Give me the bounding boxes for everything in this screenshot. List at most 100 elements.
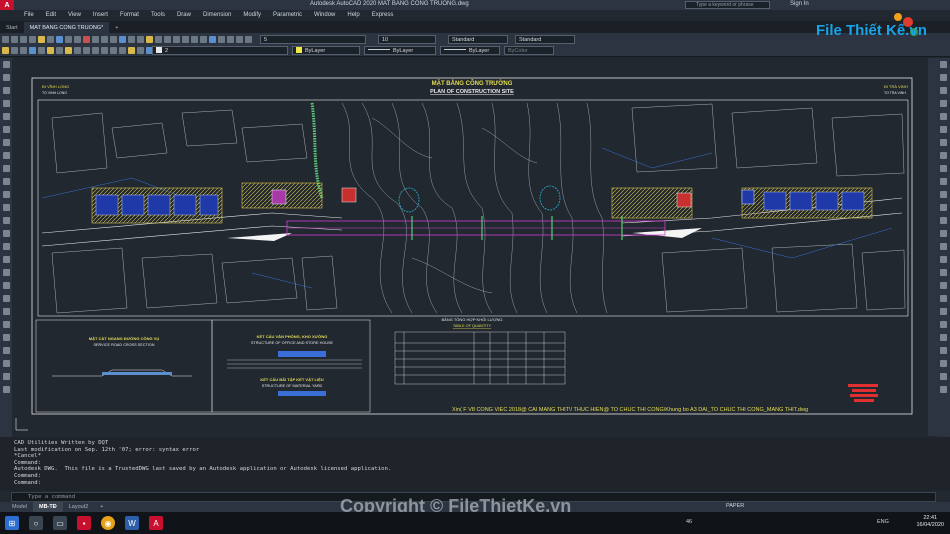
modify-tool-icon[interactable] bbox=[940, 61, 947, 68]
toolbar-tool-icon[interactable] bbox=[164, 35, 171, 43]
menu-item-window[interactable]: Window bbox=[314, 12, 335, 18]
layer-tool-icon[interactable] bbox=[2, 46, 9, 54]
toolbar-tool-icon[interactable] bbox=[155, 35, 162, 43]
modify-tool-icon[interactable] bbox=[940, 347, 947, 354]
paper-space-toggle[interactable]: PAPER bbox=[726, 503, 744, 509]
layer-tool-icon[interactable] bbox=[74, 46, 81, 54]
draw-tool-icon[interactable] bbox=[2, 321, 10, 328]
draw-tool-icon[interactable] bbox=[2, 87, 10, 94]
draw-tool-icon[interactable] bbox=[2, 191, 10, 198]
modify-tool-icon[interactable] bbox=[940, 230, 947, 237]
new-tab-button[interactable]: + bbox=[109, 22, 124, 33]
draw-tool-icon[interactable] bbox=[2, 282, 10, 289]
toolbar-tool-icon[interactable] bbox=[65, 35, 72, 43]
toolbar-tool-icon[interactable] bbox=[191, 35, 198, 43]
modify-tool-icon[interactable] bbox=[940, 204, 947, 211]
draw-tool-icon[interactable] bbox=[2, 269, 10, 276]
modify-tool-icon[interactable] bbox=[940, 217, 947, 224]
menu-item-dimension[interactable]: Dimension bbox=[203, 12, 231, 18]
draw-tool-icon[interactable] bbox=[2, 74, 10, 81]
plotstyle-select[interactable]: ByColor bbox=[504, 46, 554, 55]
windows-start-icon[interactable]: ⊞ bbox=[5, 516, 19, 530]
language-indicator[interactable]: ENG bbox=[877, 519, 889, 525]
draw-tool-icon[interactable] bbox=[2, 100, 10, 107]
modify-tool-icon[interactable] bbox=[940, 191, 947, 198]
menu-item-draw[interactable]: Draw bbox=[177, 12, 191, 18]
modify-tool-icon[interactable] bbox=[940, 334, 947, 341]
menu-item-insert[interactable]: Insert bbox=[93, 12, 108, 18]
layer-tool-icon[interactable] bbox=[20, 46, 27, 54]
modify-tool-icon[interactable] bbox=[940, 152, 947, 159]
draw-tool-icon[interactable] bbox=[2, 126, 10, 133]
lineweight-select[interactable]: ByLayer bbox=[440, 46, 500, 55]
text-height-select[interactable]: 10 bbox=[378, 35, 436, 44]
layer-tool-icon[interactable] bbox=[137, 46, 144, 54]
chrome-icon[interactable]: ◉ bbox=[101, 516, 115, 530]
toolbar-tool-icon[interactable] bbox=[227, 35, 234, 43]
layer-tool-icon[interactable] bbox=[119, 46, 126, 54]
toolbar-tool-icon[interactable] bbox=[137, 35, 144, 43]
menu-item-view[interactable]: View bbox=[68, 12, 81, 18]
modify-tool-icon[interactable] bbox=[940, 386, 947, 393]
menu-item-edit[interactable]: Edit bbox=[46, 12, 56, 18]
modify-tool-icon[interactable] bbox=[940, 295, 947, 302]
toolbar-tool-icon[interactable] bbox=[11, 35, 18, 43]
draw-tool-icon[interactable] bbox=[2, 152, 10, 159]
layer-tool-icon[interactable] bbox=[110, 46, 117, 54]
toolbar-tool-icon[interactable] bbox=[218, 35, 225, 43]
tab-mat-bang-cong-truong[interactable]: MAT BANG CONG TRUONG* bbox=[23, 22, 110, 33]
draw-tool-icon[interactable] bbox=[2, 113, 10, 120]
autocad-logo-icon[interactable]: A bbox=[0, 0, 14, 10]
pdf-app-icon[interactable]: ▪ bbox=[77, 516, 91, 530]
toolbar-tool-icon[interactable] bbox=[146, 35, 153, 43]
layer-tool-icon[interactable] bbox=[128, 46, 135, 54]
toolbar-tool-icon[interactable] bbox=[110, 35, 117, 43]
modify-tool-icon[interactable] bbox=[940, 243, 947, 250]
modify-tool-icon[interactable] bbox=[940, 139, 947, 146]
toolbar-tool-icon[interactable] bbox=[83, 35, 90, 43]
modify-tool-icon[interactable] bbox=[940, 178, 947, 185]
modify-tool-icon[interactable] bbox=[940, 165, 947, 172]
modify-tool-icon[interactable] bbox=[940, 373, 947, 380]
layer-tool-icon[interactable] bbox=[101, 46, 108, 54]
layer-tool-icon[interactable] bbox=[83, 46, 90, 54]
modify-tool-icon[interactable] bbox=[940, 256, 947, 263]
menu-item-help[interactable]: Help bbox=[347, 12, 359, 18]
draw-tool-icon[interactable] bbox=[2, 61, 10, 68]
draw-tool-icon[interactable] bbox=[2, 386, 10, 393]
draw-tool-icon[interactable] bbox=[2, 178, 10, 185]
menu-item-parametric[interactable]: Parametric bbox=[273, 12, 302, 18]
layer-tool-icon[interactable] bbox=[56, 46, 63, 54]
autocad-taskbar-icon[interactable]: A bbox=[149, 516, 163, 530]
search-input[interactable]: Type a keyword or phrase bbox=[685, 1, 770, 9]
sign-in-link[interactable]: Sign In bbox=[790, 1, 809, 7]
vertical-scrollbar[interactable] bbox=[928, 58, 937, 436]
word-icon[interactable]: W bbox=[125, 516, 139, 530]
toolbar-tool-icon[interactable] bbox=[236, 35, 243, 43]
draw-tool-icon[interactable] bbox=[2, 230, 10, 237]
toolbar-tool-icon[interactable] bbox=[101, 35, 108, 43]
search-icon[interactable]: ○ bbox=[29, 516, 43, 530]
modify-tool-icon[interactable] bbox=[940, 126, 947, 133]
toolbar-tool-icon[interactable] bbox=[173, 35, 180, 43]
toolbar-tool-icon[interactable] bbox=[56, 35, 63, 43]
layout-tab-mb-td[interactable]: MB-TĐ bbox=[32, 502, 63, 512]
layer-tool-icon[interactable] bbox=[47, 46, 54, 54]
toolbar-tool-icon[interactable] bbox=[20, 35, 27, 43]
toolbar-tool-icon[interactable] bbox=[200, 35, 207, 43]
draw-tool-icon[interactable] bbox=[2, 165, 10, 172]
layer-tool-icon[interactable] bbox=[65, 46, 72, 54]
menu-item-format[interactable]: Format bbox=[120, 12, 139, 18]
draw-tool-icon[interactable] bbox=[2, 256, 10, 263]
tab-start[interactable]: Start bbox=[0, 22, 24, 33]
toolbar-tool-icon[interactable] bbox=[245, 35, 252, 43]
menu-item-express[interactable]: Express bbox=[372, 12, 394, 18]
dim-scale-select[interactable]: 5 bbox=[260, 35, 366, 44]
toolbar-tool-icon[interactable] bbox=[119, 35, 126, 43]
toolbar-tool-icon[interactable] bbox=[209, 35, 216, 43]
toolbar-tool-icon[interactable] bbox=[47, 35, 54, 43]
color-select[interactable]: ByLayer bbox=[292, 46, 360, 55]
dim-style-select[interactable]: Standard bbox=[515, 35, 575, 44]
task-view-icon[interactable]: ▭ bbox=[53, 516, 67, 530]
toolbar-tool-icon[interactable] bbox=[182, 35, 189, 43]
